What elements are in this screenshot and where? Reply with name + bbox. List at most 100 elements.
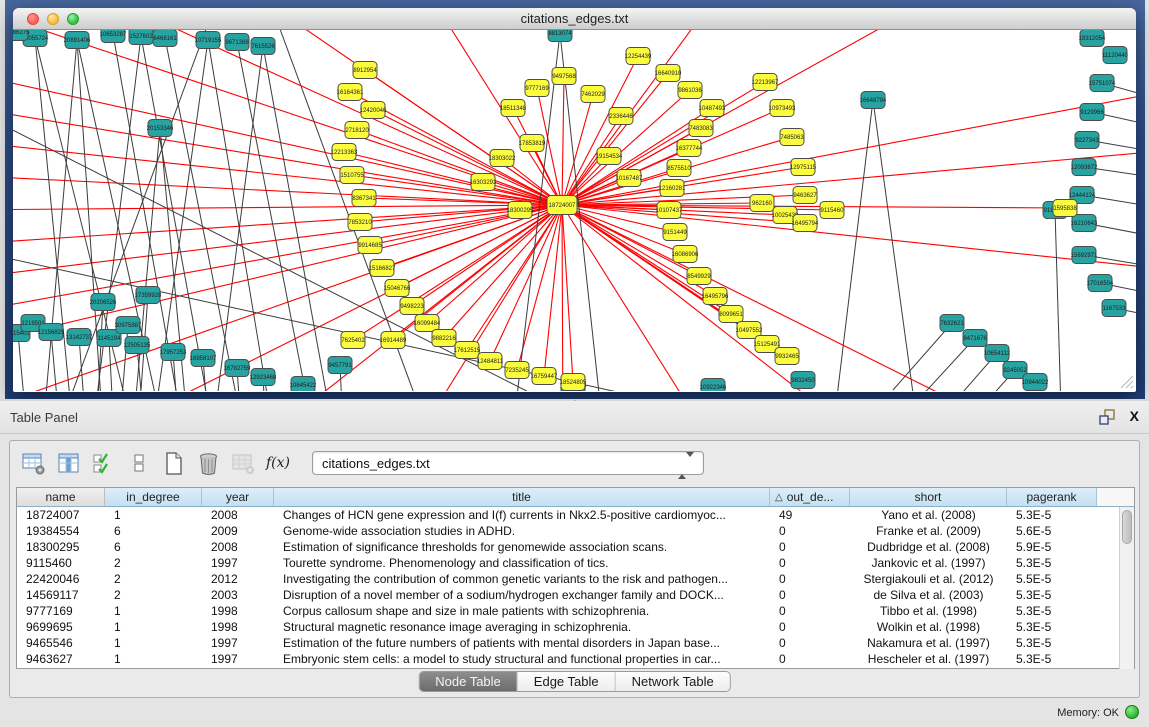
cell-short[interactable]: de Silva et al. (2003): [850, 587, 1007, 603]
cell-year[interactable]: 2012: [202, 571, 274, 587]
graph-node[interactable]: 30975887: [115, 317, 142, 334]
graph-node[interactable]: 1510755: [340, 167, 364, 184]
cell-pagerank[interactable]: 5.6E-5: [1007, 523, 1097, 539]
graph-node[interactable]: 10487493: [699, 100, 726, 117]
cell-year[interactable]: 2009: [202, 523, 274, 539]
cell-pagerank[interactable]: 5.3E-5: [1007, 555, 1097, 571]
cell-out-degree[interactable]: 0: [770, 651, 850, 667]
float-panel-icon[interactable]: [1099, 409, 1115, 425]
column-select-icon[interactable]: [55, 450, 81, 476]
checklist-icon[interactable]: [90, 450, 116, 476]
cell-title[interactable]: Corpus callosum shape and size in male p…: [274, 603, 770, 619]
graph-node[interactable]: 8099651: [719, 306, 743, 323]
cell-title[interactable]: Estimation of the future numbers of pati…: [274, 635, 770, 651]
graph-edge-selected[interactable]: [562, 90, 1136, 205]
graph-edge[interactable]: [263, 46, 333, 391]
graph-node[interactable]: 1167533: [1102, 300, 1126, 317]
graph-node[interactable]: 2718120: [345, 122, 369, 139]
graph-node[interactable]: 16759447: [531, 368, 558, 385]
column-header-year[interactable]: year: [202, 488, 274, 506]
cell-name[interactable]: 18300295: [17, 539, 105, 555]
graph-node[interactable]: 9832450: [791, 372, 815, 389]
rows-icon[interactable]: [125, 450, 151, 476]
graph-node[interactable]: 2336446: [609, 108, 633, 125]
cell-short[interactable]: Wolkin et al. (1998): [850, 619, 1007, 635]
graph-node[interactable]: 16099484: [414, 315, 441, 332]
cell-in-degree[interactable]: 1: [105, 507, 202, 523]
graph-node[interactable]: 1595838: [1053, 200, 1077, 217]
cell-short[interactable]: Stergiakouli et al. (2012): [850, 571, 1007, 587]
tab-node-table[interactable]: Node Table: [419, 672, 518, 691]
cell-title[interactable]: Embryonic stem cells: a model to study s…: [274, 651, 770, 667]
graph-node[interactable]: 12420046: [360, 102, 387, 119]
graph-edge[interactable]: [165, 38, 243, 391]
graph-edge-selected[interactable]: [562, 73, 668, 205]
graph-node[interactable]: 9882216: [432, 330, 456, 347]
graph-node[interactable]: 16648794: [860, 92, 887, 109]
graph-node[interactable]: 17016504: [1087, 275, 1114, 292]
graph-node[interactable]: 9497568: [552, 68, 576, 85]
graph-node[interactable]: 16640910: [655, 65, 682, 82]
cell-title[interactable]: Estimation of significance thresholds fo…: [274, 539, 770, 555]
graph-node[interactable]: 9671388: [225, 34, 249, 51]
graph-node[interactable]: 12254439: [625, 48, 652, 65]
cell-in-degree[interactable]: 6: [105, 539, 202, 555]
cell-out-degree[interactable]: 0: [770, 523, 850, 539]
graph-node[interactable]: 12975115: [790, 159, 817, 176]
cell-in-degree[interactable]: 1: [105, 603, 202, 619]
table-source-dropdown[interactable]: citations_edges.txt: [312, 451, 704, 475]
graph-node[interactable]: 9498223: [400, 298, 424, 315]
graph-edge-selected[interactable]: [562, 205, 713, 391]
column-header-in-degree[interactable]: in_degree: [105, 488, 202, 506]
tab-network-table[interactable]: Network Table: [616, 672, 730, 691]
table-row[interactable]: 911546021997Tourette syndrome. Phenomeno…: [17, 555, 1121, 571]
graph-edge-selected[interactable]: [13, 205, 562, 210]
cell-title[interactable]: Structural magnetic resonance image aver…: [274, 619, 770, 635]
network-window-titlebar[interactable]: citations_edges.txt: [13, 8, 1136, 30]
graph-edge-selected[interactable]: [562, 205, 573, 382]
graph-edge[interactable]: [833, 100, 873, 391]
cell-in-degree[interactable]: 1: [105, 635, 202, 651]
graph-node[interactable]: 16086906: [672, 246, 699, 263]
graph-node[interactable]: 12213967: [752, 74, 779, 91]
cell-short[interactable]: Tibbo et al. (1998): [850, 603, 1007, 619]
cell-in-degree[interactable]: 2: [105, 587, 202, 603]
table-row[interactable]: 2242004622012Investigating the contribut…: [17, 571, 1121, 587]
cell-short[interactable]: Yano et al. (2008): [850, 507, 1007, 523]
graph-node[interactable]: 18724007: [547, 196, 577, 215]
graph-edge[interactable]: [893, 323, 952, 390]
graph-node[interactable]: 8549929: [687, 268, 711, 285]
graph-node[interactable]: 11120440: [1102, 47, 1128, 64]
graph-edge-selected[interactable]: [427, 205, 562, 323]
graph-node[interactable]: 7485063: [780, 129, 804, 146]
table-row[interactable]: 1456911722003Disruption of a novel membe…: [17, 587, 1121, 603]
table-settings-icon[interactable]: [20, 450, 46, 476]
graph-node[interactable]: 8912954: [353, 62, 377, 79]
cell-short[interactable]: Nakamura et al. (1997): [850, 635, 1007, 651]
graph-node[interactable]: 9777169: [525, 80, 549, 97]
cell-pagerank[interactable]: 5.3E-5: [1007, 651, 1097, 667]
memory-ok-indicator[interactable]: [1125, 705, 1139, 719]
cell-short[interactable]: Dudbridge et al. (2008): [850, 539, 1007, 555]
cell-title[interactable]: Changes of HCN gene expression and I(f) …: [274, 507, 770, 523]
graph-node[interactable]: 17612515: [454, 342, 481, 359]
graph-node[interactable]: 10973493: [769, 100, 796, 117]
table-row[interactable]: 1938455462009Genome-wide association stu…: [17, 523, 1121, 539]
graph-edge-selected[interactable]: [467, 205, 562, 350]
cell-title[interactable]: Tourette syndrome. Phenomenology and cla…: [274, 555, 770, 571]
table-row[interactable]: 977716911998Corpus callosum shape and si…: [17, 603, 1121, 619]
network-canvas[interactable]: 1405572420891406106532871527602646616110…: [13, 30, 1136, 391]
graph-node[interactable]: 15692971: [1071, 247, 1098, 264]
graph-node[interactable]: 10167487: [616, 170, 643, 187]
graph-node[interactable]: 8575510: [667, 160, 691, 177]
graph-node[interactable]: 9463627: [793, 187, 817, 204]
graph-node[interactable]: 12213363: [331, 144, 358, 161]
graph-node[interactable]: 18300295: [507, 202, 534, 219]
cell-year[interactable]: 2008: [202, 507, 274, 523]
graph-node[interactable]: 13142737: [66, 329, 93, 346]
graph-node[interactable]: 16495794: [792, 215, 819, 232]
column-header-name[interactable]: name: [17, 488, 105, 506]
cell-year[interactable]: 1997: [202, 651, 274, 667]
graph-node[interactable]: 20153346: [147, 120, 174, 137]
cell-year[interactable]: 2003: [202, 587, 274, 603]
